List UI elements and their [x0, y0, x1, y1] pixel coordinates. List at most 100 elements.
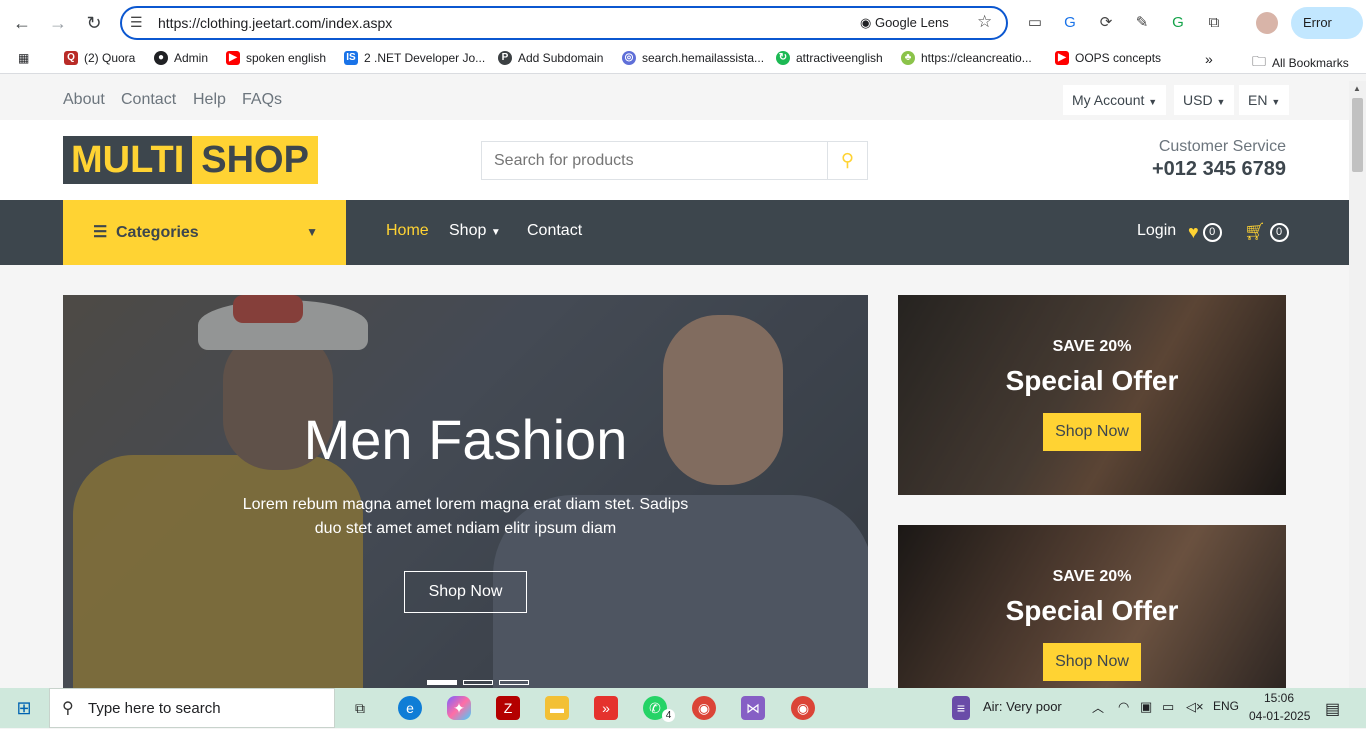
bookmark-search-hemail[interactable]: ◎ search.hemailassista...	[622, 51, 764, 65]
meet-now-icon[interactable]: ▣	[1140, 699, 1152, 715]
carousel-indicator[interactable]	[499, 680, 529, 685]
language-dropdown[interactable]: EN ▼	[1239, 85, 1290, 115]
chevron-down-icon: ▼	[306, 225, 318, 239]
search-site-icon: ◎	[622, 51, 636, 65]
hero-overlay	[63, 295, 868, 688]
scroll-up-icon[interactable]: ▲	[1353, 84, 1361, 93]
nav-contact[interactable]: Contact	[527, 222, 582, 240]
logo-part-1: MULTI	[63, 136, 193, 184]
cart-button[interactable]: 🛒︎ 0	[1244, 222, 1289, 242]
speaker-muted-icon[interactable]: ◁×	[1186, 699, 1204, 715]
windows-start-icon[interactable]: ⊞	[12, 696, 36, 720]
air-quality-icon[interactable]: ≡	[952, 696, 970, 720]
login-link[interactable]: Login	[1137, 222, 1176, 240]
offer-shop-now-button[interactable]: Shop Now	[1043, 643, 1141, 681]
file-explorer-icon[interactable]: ▬	[545, 696, 569, 720]
forward-icon[interactable]: →	[47, 12, 69, 34]
nav-shop[interactable]: Shop ▼	[449, 222, 501, 240]
more-bookmarks-icon[interactable]: »	[1205, 51, 1213, 67]
bookmark-spoken-english[interactable]: ▶ spoken english	[226, 51, 326, 65]
bookmark-admin[interactable]: ● Admin	[154, 51, 208, 65]
clock-time[interactable]: 15:06	[1264, 691, 1294, 705]
back-icon[interactable]: ←	[11, 12, 33, 34]
leaf-icon: ♣	[901, 51, 915, 65]
offer-card-2[interactable]: SAVE 20% Special Offer Shop Now	[898, 525, 1286, 688]
filezilla-icon[interactable]: Z	[496, 696, 520, 720]
menu-bars-icon: ☰	[93, 224, 108, 241]
wishlist-button[interactable]: ♥ 0	[1188, 222, 1222, 243]
copilot-icon[interactable]: ✦	[447, 696, 471, 720]
topbar-link-contact[interactable]: Contact	[121, 91, 176, 109]
offer-title: Special Offer	[1005, 365, 1179, 396]
address-bar[interactable]: ☰ https://clothing.jeetart.com/index.asp…	[120, 6, 1008, 40]
translate-icon[interactable]: G	[1060, 13, 1080, 33]
search-icon: ⚲	[840, 150, 855, 170]
clock-date[interactable]: 04-01-2025	[1249, 709, 1310, 723]
cart-count: 0	[1269, 222, 1289, 242]
profile-error-button[interactable]: Error	[1291, 7, 1363, 39]
page-scrollbar[interactable]: ▲	[1349, 81, 1366, 688]
extensions-puzzle-icon[interactable]: ⧉	[1204, 13, 1224, 33]
carousel-indicator[interactable]	[463, 680, 493, 685]
edge-icon[interactable]: e	[398, 696, 422, 720]
apps-grid-icon[interactable]: ▦	[18, 51, 29, 65]
reload-icon[interactable]: ↻	[83, 12, 105, 34]
my-account-dropdown[interactable]: My Account ▼	[1063, 85, 1167, 115]
chrome-icon[interactable]: ◉	[791, 696, 815, 720]
bookmark-cleancreation[interactable]: ♣ https://cleancreatio...	[901, 51, 1032, 65]
notifications-icon[interactable]: ▤	[1325, 699, 1340, 719]
grammarly-icon[interactable]: G	[1168, 13, 1188, 33]
site-logo[interactable]: MULTI SHOP	[63, 136, 318, 184]
customer-service-phone: +012 345 6789	[1151, 158, 1286, 180]
chrome-profile-icon[interactable]: ◉	[692, 696, 716, 720]
bookmark-add-subdomain[interactable]: P Add Subdomain	[498, 51, 603, 65]
youtube-icon: ▶	[226, 51, 240, 65]
all-bookmarks[interactable]: 🗀 All Bookmarks	[1252, 51, 1349, 75]
profile-avatar[interactable]	[1256, 12, 1278, 34]
task-view-icon[interactable]: ⧉	[348, 696, 372, 720]
air-quality-text[interactable]: Air: Very poor	[983, 699, 1062, 714]
cast-icon[interactable]: ▭	[1025, 13, 1045, 33]
search-button[interactable]: ⚲	[827, 142, 867, 179]
offer-card-1[interactable]: SAVE 20% Special Offer Shop Now	[898, 295, 1286, 495]
web-page: About Contact Help FAQs My Account ▼ USD…	[0, 81, 1349, 688]
topbar-link-faqs[interactable]: FAQs	[242, 91, 282, 109]
taskbar-search[interactable]: ⚲ Type here to search	[49, 688, 335, 728]
site-info-icon[interactable]: ☰	[130, 14, 143, 31]
categories-toggle[interactable]: ☰ Categories ▼	[63, 200, 346, 265]
youtube-icon: ▶	[1055, 51, 1069, 65]
url-text[interactable]: https://clothing.jeetart.com/index.aspx	[158, 15, 392, 31]
search-input[interactable]	[482, 142, 827, 179]
anydesk-icon[interactable]: »	[594, 696, 618, 720]
nav-shop-label: Shop	[449, 222, 487, 239]
carousel-indicator[interactable]	[427, 680, 457, 685]
battery-icon[interactable]: ▭	[1162, 699, 1174, 715]
eyedropper-icon[interactable]: ✎	[1132, 13, 1152, 33]
offer-shop-now-button[interactable]: Shop Now	[1043, 413, 1141, 451]
bookmark-oops-concepts[interactable]: ▶ OOPS concepts	[1055, 51, 1161, 65]
currency-dropdown[interactable]: USD ▼	[1174, 85, 1235, 115]
product-search: ⚲	[481, 141, 868, 180]
bookmark-net-developer[interactable]: IS 2 .NET Developer Jo...	[344, 51, 485, 65]
visual-studio-icon[interactable]: ⋈	[741, 696, 765, 720]
browser-toolbar: ← → ↻ ☰ https://clothing.jeetart.com/ind…	[0, 0, 1366, 46]
topbar-link-help[interactable]: Help	[193, 91, 226, 109]
language-indicator[interactable]: ENG	[1213, 699, 1239, 713]
hero-carousel[interactable]: Men Fashion Lorem rebum magna amet lorem…	[63, 295, 868, 688]
bookmark-label: spoken english	[246, 51, 327, 65]
folder-icon: 🗀	[1252, 53, 1266, 69]
bookmark-quora[interactable]: Q (2) Quora	[64, 51, 135, 65]
caret-down-icon: ▼	[1148, 97, 1158, 107]
google-lens-button[interactable]: ◉ Google Lens	[860, 15, 949, 31]
hero-shop-now-button[interactable]: Shop Now	[404, 571, 527, 613]
extension-sync-icon[interactable]: ⟳	[1096, 13, 1116, 33]
bookmark-attractiveenglish[interactable]: ↻ attractiveenglish	[776, 51, 883, 65]
nav-home[interactable]: Home	[386, 222, 429, 240]
my-account-label: My Account	[1072, 92, 1145, 108]
chevron-down-icon: ▼	[490, 227, 501, 238]
bookmark-star-icon[interactable]: ☆	[977, 12, 992, 32]
topbar-link-about[interactable]: About	[63, 91, 105, 109]
scrollbar-thumb[interactable]	[1352, 98, 1363, 172]
chevron-up-icon[interactable]: ︿	[1092, 699, 1104, 716]
wifi-icon[interactable]: ◠	[1118, 699, 1129, 715]
